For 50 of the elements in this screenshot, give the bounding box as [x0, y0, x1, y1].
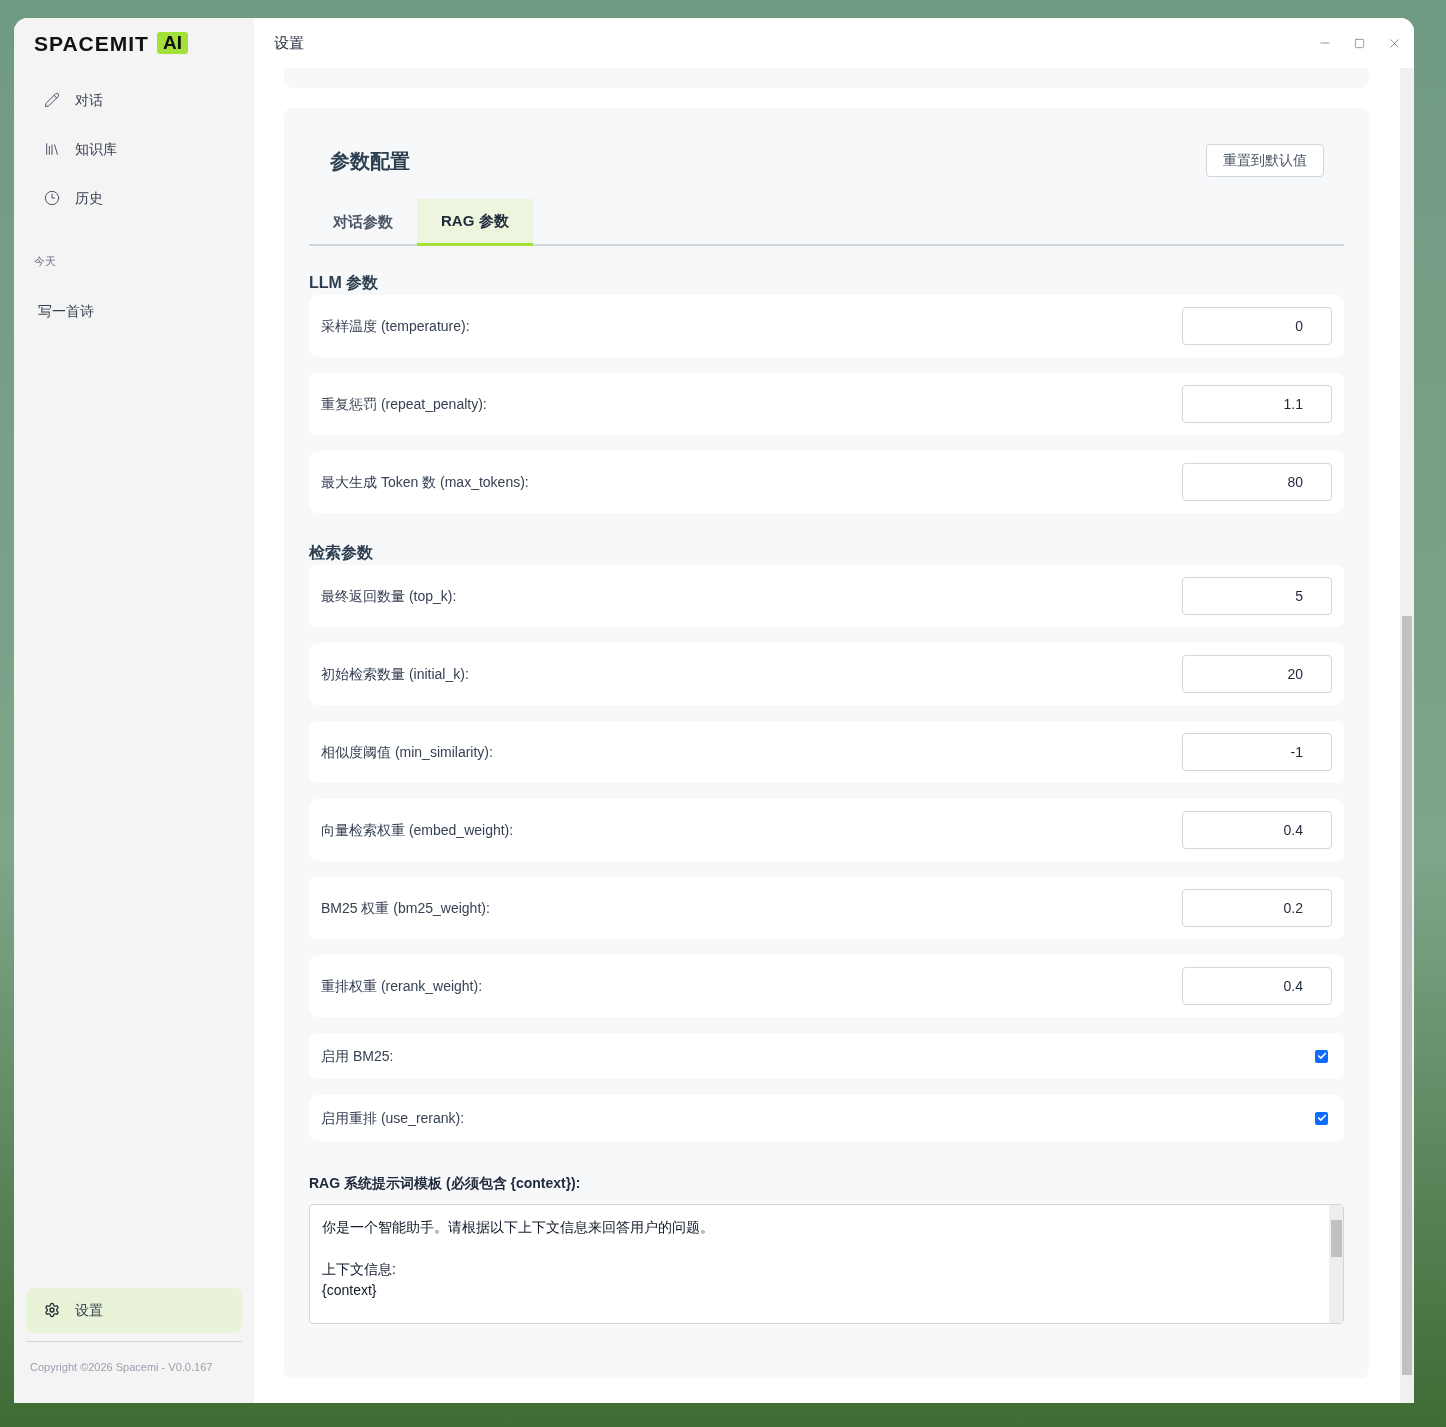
setting-label: 重排权重 (rerank_weight):	[321, 976, 483, 996]
prompt-text-line: 上下文信息:	[322, 1260, 396, 1279]
nav-item[interactable]: 历史	[26, 178, 242, 218]
setting-label: 向量检索权重 (embed_weight):	[321, 820, 514, 840]
setting-label: 最终返回数量 (top_k):	[321, 586, 457, 606]
number-input[interactable]: 5	[1182, 577, 1332, 615]
number-input[interactable]: 0.4	[1182, 967, 1332, 1005]
setting-label: 最大生成 Token 数 (max_tokens):	[321, 472, 529, 492]
maximize-icon[interactable]	[1354, 37, 1365, 49]
reset-button[interactable]: 重置到默认值	[1206, 144, 1324, 177]
panel-title: 参数配置	[330, 148, 410, 174]
prompt-label: RAG 系统提示词模板 (必须包含 {context}):	[309, 1174, 582, 1193]
scrollbar[interactable]	[1400, 68, 1414, 1403]
setting-label: 启用重排 (use_rerank):	[321, 1108, 465, 1128]
section-title: LLM 参数	[309, 273, 380, 293]
nav-item[interactable]: 知识库	[26, 129, 242, 169]
checkbox[interactable]	[1315, 1111, 1328, 1125]
window-title: 设置	[274, 32, 304, 53]
clock-icon	[44, 190, 60, 206]
logo-badge: AI	[156, 32, 188, 54]
setting-label: 初始检索数量 (initial_k):	[321, 664, 469, 684]
settings-nav-item[interactable]: 设置	[26, 1287, 242, 1333]
setting-label: 采样温度 (temperature):	[321, 316, 470, 336]
settings-icon	[44, 1302, 60, 1318]
pencil-icon	[44, 92, 60, 108]
prompt-textarea[interactable]: 你是一个智能助手。请根据以下上下文信息来回答用户的问题。 上下文信息: {context}	[309, 1204, 1344, 1324]
number-input[interactable]: 0	[1182, 307, 1332, 345]
number-input[interactable]: 20	[1182, 655, 1332, 693]
setting-label: 相似度阈值 (min_similarity):	[321, 742, 493, 762]
history-group-label: 今天	[33, 254, 57, 269]
number-input[interactable]: 0.2	[1182, 889, 1332, 927]
number-input[interactable]: 1.1	[1182, 385, 1332, 423]
setting-label: BM25 权重 (bm25_weight):	[321, 898, 490, 918]
tab[interactable]: 对话参数	[309, 199, 417, 246]
nav-item[interactable]: 对话	[26, 80, 242, 120]
logo-wordmark: SPACEMIT	[34, 32, 149, 54]
section-title: 检索参数	[309, 543, 374, 563]
number-input[interactable]: 80	[1182, 463, 1332, 501]
tab[interactable]: RAG 参数	[417, 199, 533, 246]
history-item[interactable]: 写一首诗	[26, 299, 242, 324]
number-input[interactable]: 0.4	[1182, 811, 1332, 849]
prompt-text-line: {context}	[322, 1281, 377, 1300]
prompt-text-line: 你是一个智能助手。请根据以下上下文信息来回答用户的问题。	[322, 1218, 714, 1237]
copyright-text: Copyright ©2026 Spacemi - V0.0.167	[29, 1359, 214, 1375]
setting-label: 重复惩罚 (repeat_penalty):	[321, 394, 487, 414]
books-icon	[44, 141, 60, 157]
scrollbar[interactable]	[1329, 1205, 1343, 1323]
setting-label: 启用 BM25:	[321, 1046, 394, 1066]
number-input[interactable]: -1	[1182, 733, 1332, 771]
checkbox[interactable]	[1315, 1049, 1328, 1063]
